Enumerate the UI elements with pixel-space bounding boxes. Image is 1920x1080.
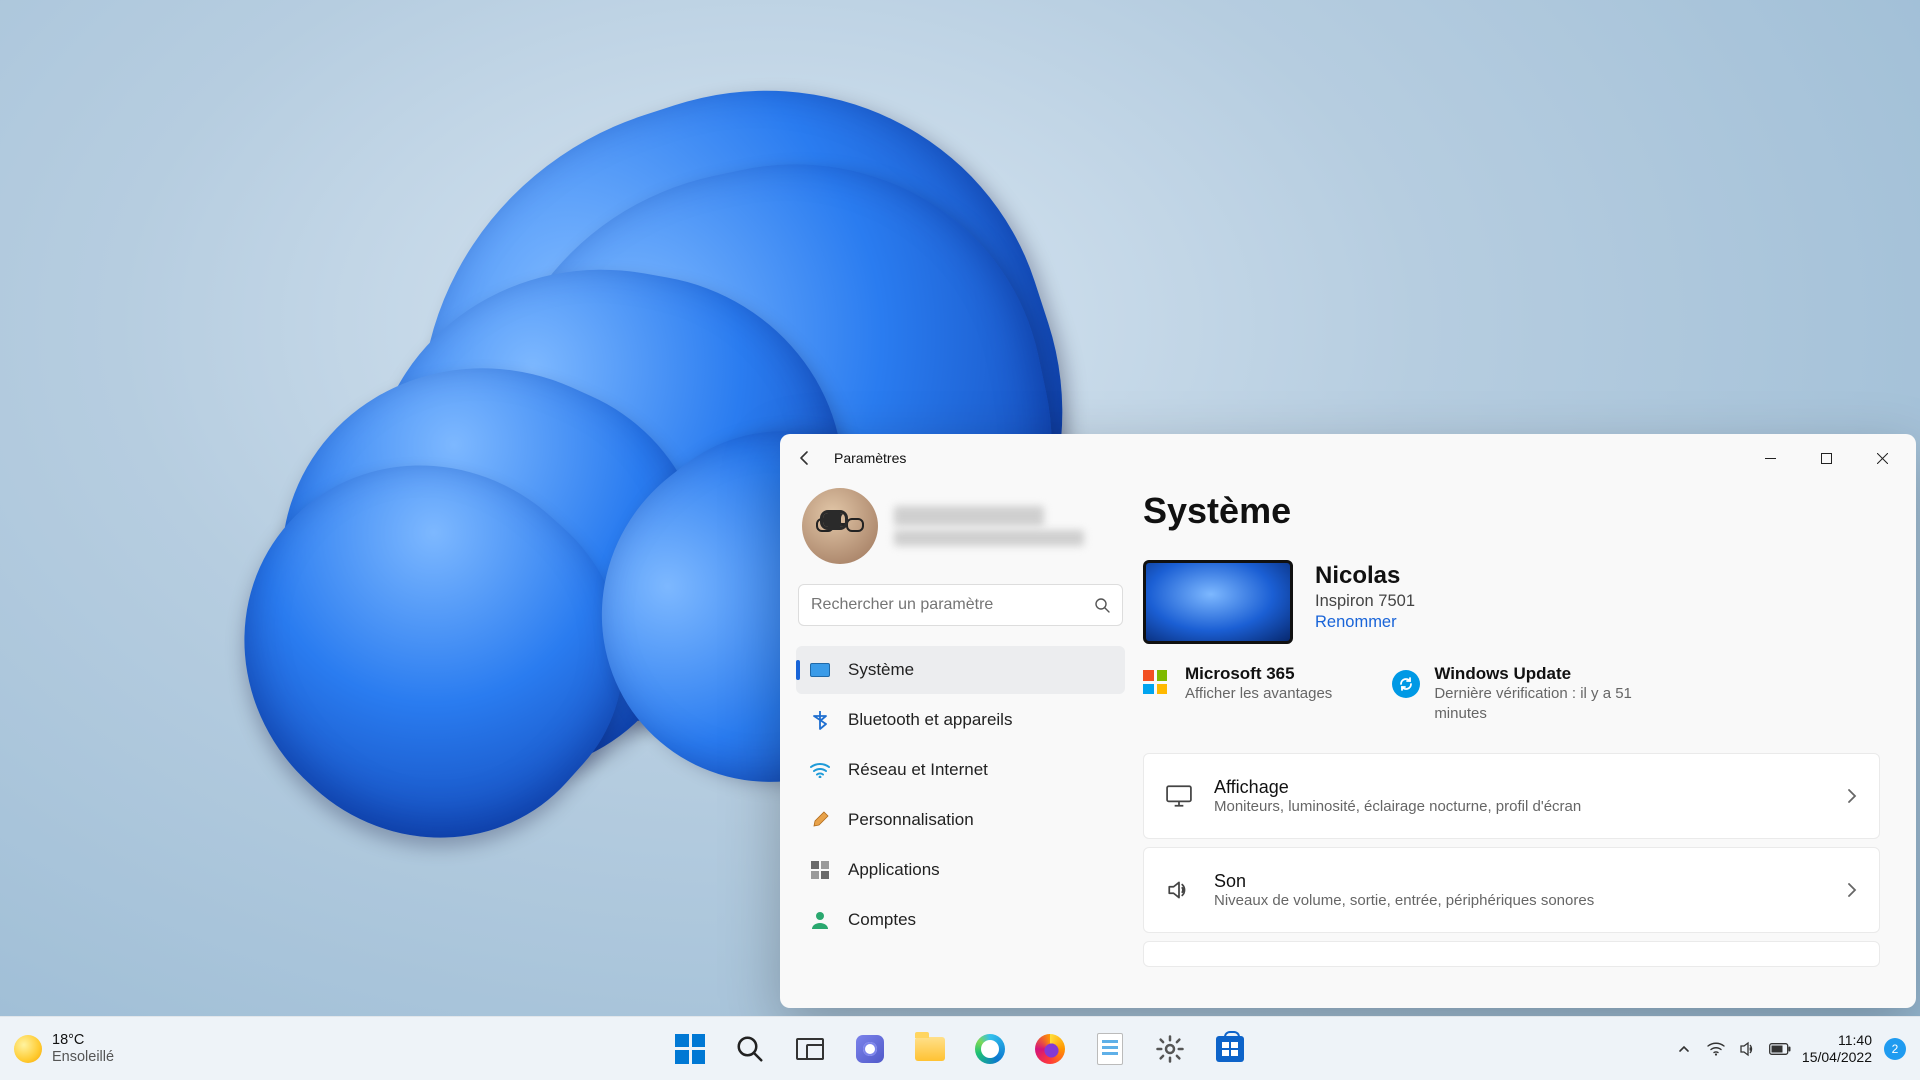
notifications-button[interactable]: 2 — [1884, 1038, 1906, 1060]
account-name-redacted — [894, 502, 1084, 550]
weather-temp: 18°C — [52, 1032, 114, 1049]
edge-button[interactable] — [965, 1024, 1015, 1074]
edge-icon — [975, 1034, 1005, 1064]
device-thumbnail[interactable] — [1143, 560, 1293, 644]
page-title: Système — [1143, 490, 1880, 532]
time: 11:40 — [1838, 1032, 1872, 1048]
weather-widget[interactable]: 18°C Ensoleillé — [14, 1032, 114, 1065]
search-icon — [1094, 597, 1110, 613]
document-icon — [1097, 1033, 1123, 1065]
app-title: Paramètres — [834, 450, 906, 466]
settings-window: Paramètres — [780, 434, 1916, 1008]
sound-icon — [1166, 877, 1192, 903]
sun-icon — [14, 1035, 42, 1063]
taskbar-center — [665, 1024, 1255, 1074]
nav-label: Réseau et Internet — [848, 760, 988, 780]
status-microsoft365[interactable]: Microsoft 365 Afficher les avantages — [1143, 664, 1332, 725]
avatar — [802, 488, 878, 564]
nav-label: Personnalisation — [848, 810, 974, 830]
card-affichage[interactable]: Affichage Moniteurs, luminosité, éclaira… — [1143, 753, 1880, 839]
wifi-icon — [810, 760, 830, 780]
status-subtitle: Dernière vérification : il y a 51 minute… — [1434, 684, 1662, 725]
nav-label: Bluetooth et appareils — [848, 710, 1012, 730]
nav-item-bluetooth[interactable]: Bluetooth et appareils — [796, 696, 1125, 744]
card-partial[interactable] — [1143, 941, 1880, 967]
close-button[interactable] — [1854, 434, 1910, 482]
rename-link[interactable]: Renommer — [1315, 613, 1415, 632]
firefox-button[interactable] — [1025, 1024, 1075, 1074]
card-title: Son — [1214, 871, 1825, 892]
status-subtitle: Afficher les avantages — [1185, 684, 1332, 704]
account-header[interactable] — [796, 482, 1125, 584]
nav-label: Applications — [848, 860, 940, 880]
microsoft365-icon — [1143, 670, 1171, 698]
system-tray: 11:40 15/04/2022 2 — [1670, 1032, 1906, 1064]
search-input[interactable] — [811, 596, 1094, 614]
chat-button[interactable] — [845, 1024, 895, 1074]
nav-label: Comptes — [848, 910, 916, 930]
nav-item-system[interactable]: Système — [796, 646, 1125, 694]
file-explorer-button[interactable] — [905, 1024, 955, 1074]
display-icon — [1166, 783, 1192, 809]
chevron-right-icon — [1847, 788, 1857, 804]
device-model: Inspiron 7501 — [1315, 592, 1415, 611]
card-subtitle: Niveaux de volume, sortie, entrée, périp… — [1214, 892, 1825, 909]
store-icon — [1216, 1036, 1244, 1062]
windows-update-icon — [1392, 670, 1420, 698]
device-summary: Nicolas Inspiron 7501 Renommer — [1143, 560, 1880, 644]
start-button[interactable] — [665, 1024, 715, 1074]
status-title: Microsoft 365 — [1185, 664, 1332, 684]
bluetooth-icon — [810, 710, 830, 730]
weather-desc: Ensoleillé — [52, 1049, 114, 1066]
maximize-button[interactable] — [1798, 434, 1854, 482]
device-name: Nicolas — [1315, 562, 1415, 590]
folder-icon — [915, 1037, 945, 1061]
windows-logo-icon — [675, 1034, 705, 1064]
nav-label: Système — [848, 660, 914, 680]
card-title: Affichage — [1214, 777, 1825, 798]
search-button[interactable] — [725, 1024, 775, 1074]
card-son[interactable]: Son Niveaux de volume, sortie, entrée, p… — [1143, 847, 1880, 933]
chat-icon — [856, 1035, 884, 1063]
main-pane: Système Nicolas Inspiron 7501 Renommer M… — [1135, 482, 1916, 1008]
date: 15/04/2022 — [1802, 1049, 1872, 1065]
person-icon — [810, 910, 830, 930]
clock[interactable]: 11:40 15/04/2022 — [1798, 1032, 1876, 1064]
taskbar: 18°C Ensoleillé 11:40 15/04/2022 2 — [0, 1016, 1920, 1080]
wifi-tray-icon[interactable] — [1702, 1035, 1730, 1063]
titlebar: Paramètres — [780, 434, 1916, 482]
task-view-button[interactable] — [785, 1024, 835, 1074]
tray-overflow-button[interactable] — [1670, 1035, 1698, 1063]
nav-item-applications[interactable]: Applications — [796, 846, 1125, 894]
apps-icon — [810, 860, 830, 880]
gear-icon — [1155, 1034, 1185, 1064]
document-app-button[interactable] — [1085, 1024, 1135, 1074]
sidebar: Système Bluetooth et appareils Réseau et… — [780, 482, 1135, 1008]
settings-taskbar-button[interactable] — [1145, 1024, 1195, 1074]
search-box[interactable] — [798, 584, 1123, 626]
nav-item-network[interactable]: Réseau et Internet — [796, 746, 1125, 794]
battery-tray-icon[interactable] — [1766, 1035, 1794, 1063]
system-icon — [810, 660, 830, 680]
volume-tray-icon[interactable] — [1734, 1035, 1762, 1063]
task-view-icon — [796, 1038, 824, 1060]
chevron-right-icon — [1847, 882, 1857, 898]
status-title: Windows Update — [1434, 664, 1662, 684]
search-icon — [735, 1034, 765, 1064]
microsoft-store-button[interactable] — [1205, 1024, 1255, 1074]
nav-item-personalisation[interactable]: Personnalisation — [796, 796, 1125, 844]
status-windows-update[interactable]: Windows Update Dernière vérification : i… — [1392, 664, 1662, 725]
card-subtitle: Moniteurs, luminosité, éclairage nocturn… — [1214, 798, 1825, 815]
nav-list: Système Bluetooth et appareils Réseau et… — [796, 640, 1125, 944]
back-button[interactable] — [794, 447, 816, 469]
nav-item-accounts[interactable]: Comptes — [796, 896, 1125, 944]
notif-count: 2 — [1892, 1042, 1899, 1056]
firefox-icon — [1035, 1034, 1065, 1064]
brush-icon — [810, 810, 830, 830]
minimize-button[interactable] — [1742, 434, 1798, 482]
